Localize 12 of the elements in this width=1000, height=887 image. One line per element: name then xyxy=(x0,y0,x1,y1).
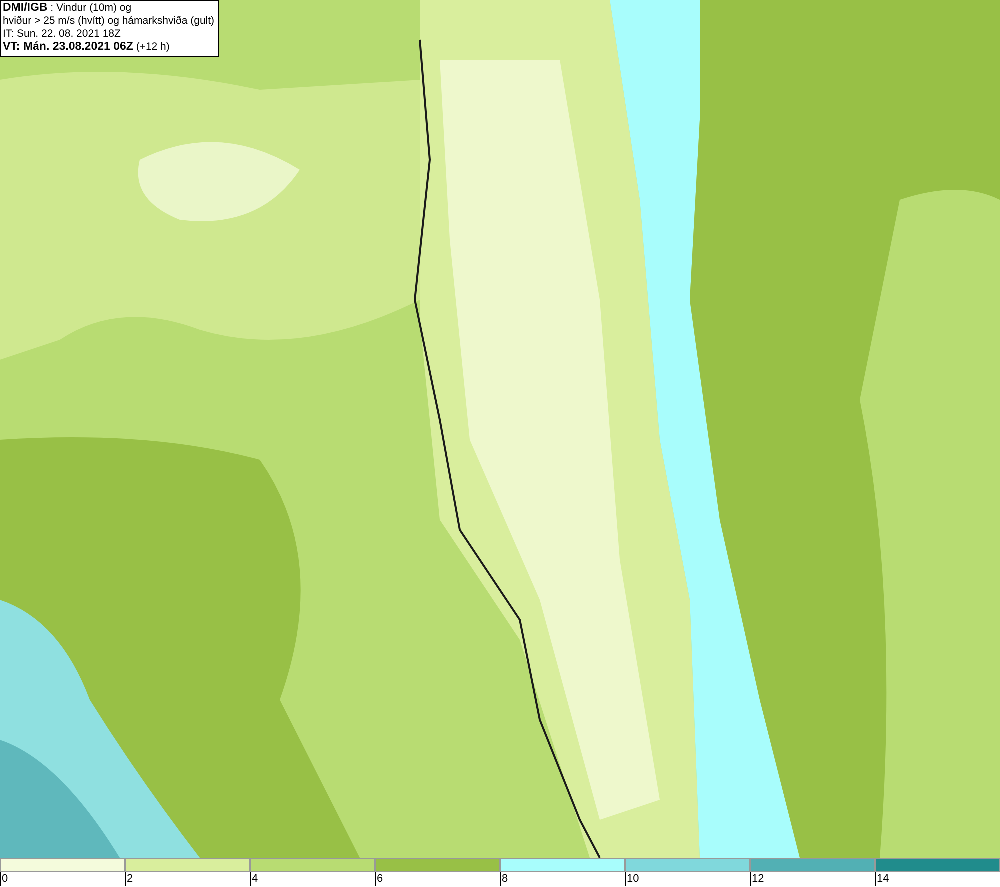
legend-label: 6 xyxy=(375,872,384,886)
legend-label: 10 xyxy=(625,872,640,886)
legend-label: 8 xyxy=(500,872,508,886)
legend-label: 4 xyxy=(250,872,258,886)
title-line: IT: Sun. 22. 08. 2021 18Z xyxy=(3,28,122,41)
title-line: DMI/IGB : Vindur (10m) og xyxy=(3,2,133,15)
legend-label: 14 xyxy=(875,872,890,886)
legend-label: 0 xyxy=(0,872,8,886)
title-line: hviður > 25 m/s (hvítt) og hámarkshviða (gult) xyxy=(3,15,215,28)
legend-label: 12 xyxy=(750,872,764,886)
title-line: VT: Mán. 23.08.2021 06Z (+12 h) xyxy=(3,41,171,54)
legend-label: 2 xyxy=(125,872,134,886)
